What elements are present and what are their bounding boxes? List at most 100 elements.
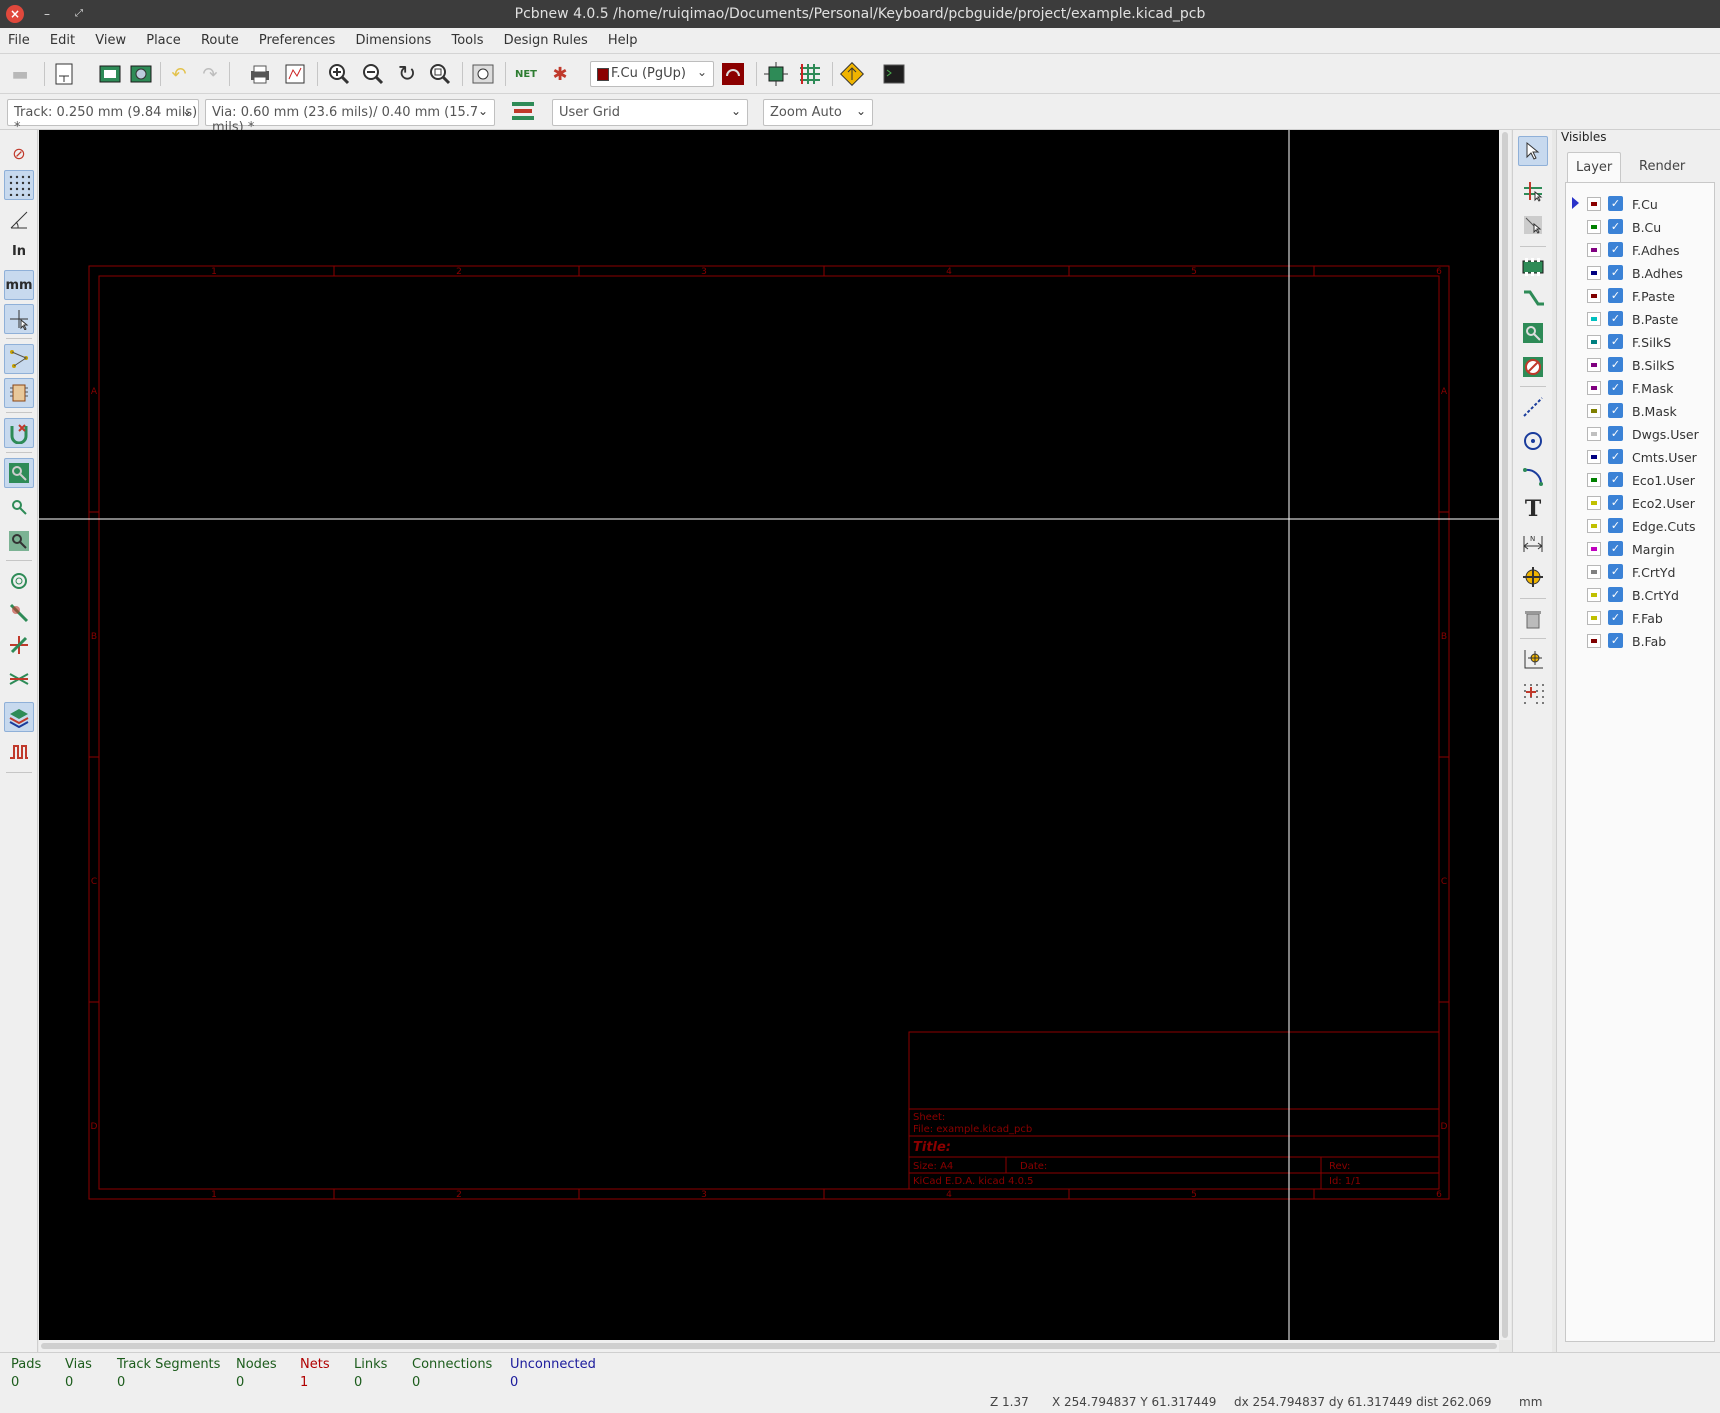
grid-select[interactable]: User Grid ⌄ <box>552 99 748 126</box>
route-track-icon[interactable] <box>1518 284 1548 314</box>
layer-visible-checkbox[interactable]: ✓ <box>1608 587 1623 602</box>
auto-delete-track-icon[interactable] <box>4 418 34 448</box>
layer-visible-checkbox[interactable]: ✓ <box>1608 633 1623 648</box>
add-circle-icon[interactable] <box>1518 426 1548 456</box>
track-width-select[interactable]: Track: 0.250 mm (9.84 mils) * ⌄ <box>7 99 199 135</box>
layer-row[interactable]: ✓ Eco2.User <box>1566 492 1714 515</box>
layer-visible-checkbox[interactable]: ✓ <box>1608 426 1623 441</box>
polar-coords-icon[interactable] <box>4 204 34 234</box>
layer-color-swatch[interactable] <box>1587 358 1601 372</box>
via-sketch-icon[interactable] <box>4 566 34 596</box>
layer-visible-checkbox[interactable]: ✓ <box>1608 403 1623 418</box>
layer-color-swatch[interactable] <box>1587 404 1601 418</box>
layer-visible-checkbox[interactable]: ✓ <box>1608 265 1623 280</box>
footprint-editor-icon[interactable] <box>96 60 124 88</box>
add-dimension-icon[interactable]: N <box>1518 528 1548 558</box>
layer-row[interactable]: ✓ B.Adhes <box>1566 262 1714 285</box>
layer-row[interactable]: ✓ F.Paste <box>1566 285 1714 308</box>
layer-color-swatch[interactable] <box>1587 335 1601 349</box>
show-zones-icon[interactable] <box>4 458 34 488</box>
undo-icon[interactable]: ↶ <box>165 60 193 88</box>
menu-preferences[interactable]: Preferences <box>251 28 343 48</box>
grid-origin-icon[interactable] <box>1518 678 1548 708</box>
layer-color-swatch[interactable] <box>1587 496 1601 510</box>
autoplace-icon[interactable] <box>762 60 790 88</box>
layer-row[interactable]: ✓ F.Cu <box>1566 193 1714 216</box>
cursor-shape-icon[interactable] <box>4 304 34 334</box>
layer-visible-checkbox[interactable]: ✓ <box>1608 518 1623 533</box>
vertical-scrollbar[interactable] <box>1499 130 1511 1340</box>
find-icon[interactable] <box>469 60 497 88</box>
drc-off-icon[interactable]: ⊘ <box>4 138 34 168</box>
pcb-canvas[interactable]: 1 2 3 4 5 6 1 2 3 4 5 6 A B C D A B C D <box>39 130 1499 1340</box>
layer-row[interactable]: ✓ F.Adhes <box>1566 239 1714 262</box>
scroll-thumb[interactable] <box>1502 132 1508 1338</box>
layer-visible-checkbox[interactable]: ✓ <box>1608 610 1623 625</box>
layer-visible-checkbox[interactable]: ✓ <box>1608 334 1623 349</box>
page-settings-icon[interactable] <box>50 60 78 88</box>
layer-visible-checkbox[interactable]: ✓ <box>1608 380 1623 395</box>
new-board-icon[interactable]: ▬ <box>6 60 34 88</box>
layer-color-swatch[interactable] <box>1587 588 1601 602</box>
add-target-icon[interactable] <box>1518 562 1548 592</box>
track-sketch-icon[interactable] <box>4 598 34 628</box>
layer-row[interactable]: ✓ B.Paste <box>1566 308 1714 331</box>
layer-visible-checkbox[interactable]: ✓ <box>1608 541 1623 556</box>
layer-color-swatch[interactable] <box>1587 312 1601 326</box>
menu-tools[interactable]: Tools <box>443 28 491 48</box>
layer-color-swatch[interactable] <box>1587 473 1601 487</box>
menu-design-rules[interactable]: Design Rules <box>496 28 596 48</box>
highlight-net-icon[interactable] <box>1518 176 1548 206</box>
layer-visible-checkbox[interactable]: ✓ <box>1608 449 1623 464</box>
drc-icon[interactable]: ✱ <box>546 60 574 88</box>
layer-manager-icon[interactable] <box>4 702 34 732</box>
add-arc-icon[interactable] <box>1518 460 1548 490</box>
active-layer-select[interactable]: F.Cu (PgUp) ⌄ <box>590 61 714 87</box>
scripting-console-icon[interactable] <box>880 60 908 88</box>
layer-color-swatch[interactable] <box>1587 243 1601 257</box>
microwave-stub-icon[interactable] <box>4 736 34 766</box>
menu-dimensions[interactable]: Dimensions <box>347 28 439 48</box>
autoroute-icon[interactable] <box>796 60 824 88</box>
layer-row[interactable]: ✓ Margin <box>1566 538 1714 561</box>
layer-row[interactable]: ✓ B.Cu <box>1566 216 1714 239</box>
auto-track-width-icon[interactable] <box>509 97 537 125</box>
tab-layer[interactable]: Layer <box>1567 152 1622 182</box>
delete-icon[interactable] <box>1518 604 1548 634</box>
layer-color-swatch[interactable] <box>1587 634 1601 648</box>
layer-color-swatch[interactable] <box>1587 289 1601 303</box>
layer-row[interactable]: ✓ Edge.Cuts <box>1566 515 1714 538</box>
layer-visible-checkbox[interactable]: ✓ <box>1608 196 1623 211</box>
menu-edit[interactable]: Edit <box>42 28 83 48</box>
layer-color-swatch[interactable] <box>1587 266 1601 280</box>
layer-color-swatch[interactable] <box>1587 427 1601 441</box>
layer-visible-checkbox[interactable]: ✓ <box>1608 564 1623 579</box>
freeroute-icon[interactable] <box>838 60 866 88</box>
layer-color-swatch[interactable] <box>1587 220 1601 234</box>
layer-color-swatch[interactable] <box>1587 450 1601 464</box>
layer-color-swatch[interactable] <box>1587 542 1601 556</box>
layer-visible-checkbox[interactable]: ✓ <box>1608 219 1623 234</box>
layer-visible-checkbox[interactable]: ✓ <box>1608 495 1623 510</box>
layer-color-swatch[interactable] <box>1587 611 1601 625</box>
grid-toggle-icon[interactable] <box>4 170 34 200</box>
layer-row[interactable]: ✓ B.CrtYd <box>1566 584 1714 607</box>
high-contrast-icon[interactable] <box>4 630 34 660</box>
layer-pair-icon[interactable] <box>719 60 747 88</box>
layer-row[interactable]: ✓ F.CrtYd <box>1566 561 1714 584</box>
via-size-select[interactable]: Via: 0.60 mm (23.6 mils)/ 0.40 mm (15.7 … <box>205 99 495 135</box>
layer-row[interactable]: ✓ F.Fab <box>1566 607 1714 630</box>
layer-color-swatch[interactable] <box>1587 197 1601 211</box>
redraw-icon[interactable]: ↻ <box>393 60 421 88</box>
tab-render[interactable]: Render <box>1631 152 1693 182</box>
zoom-in-icon[interactable] <box>325 60 353 88</box>
show-pads-sketch-icon[interactable] <box>4 526 34 556</box>
menu-help[interactable]: Help <box>600 28 646 48</box>
zoom-out-icon[interactable] <box>359 60 387 88</box>
footprint-viewer-icon[interactable] <box>127 60 155 88</box>
horizontal-scrollbar[interactable] <box>39 1340 1499 1352</box>
units-inch-icon[interactable]: In <box>4 236 34 266</box>
add-text-icon[interactable]: T <box>1518 494 1548 524</box>
add-keepout-icon[interactable] <box>1518 352 1548 382</box>
layer-row[interactable]: ✓ Cmts.User <box>1566 446 1714 469</box>
